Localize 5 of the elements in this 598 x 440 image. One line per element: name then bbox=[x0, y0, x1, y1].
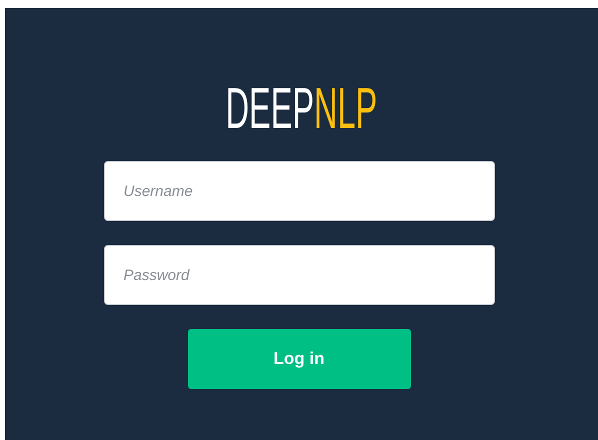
input-field[interactable]: Username bbox=[104, 161, 494, 221]
logo-text: DEEP bbox=[226, 80, 314, 138]
login-button[interactable]: Log in bbox=[188, 329, 410, 389]
logo-text: NLP bbox=[314, 80, 378, 138]
input-field[interactable]: Password bbox=[104, 245, 494, 305]
